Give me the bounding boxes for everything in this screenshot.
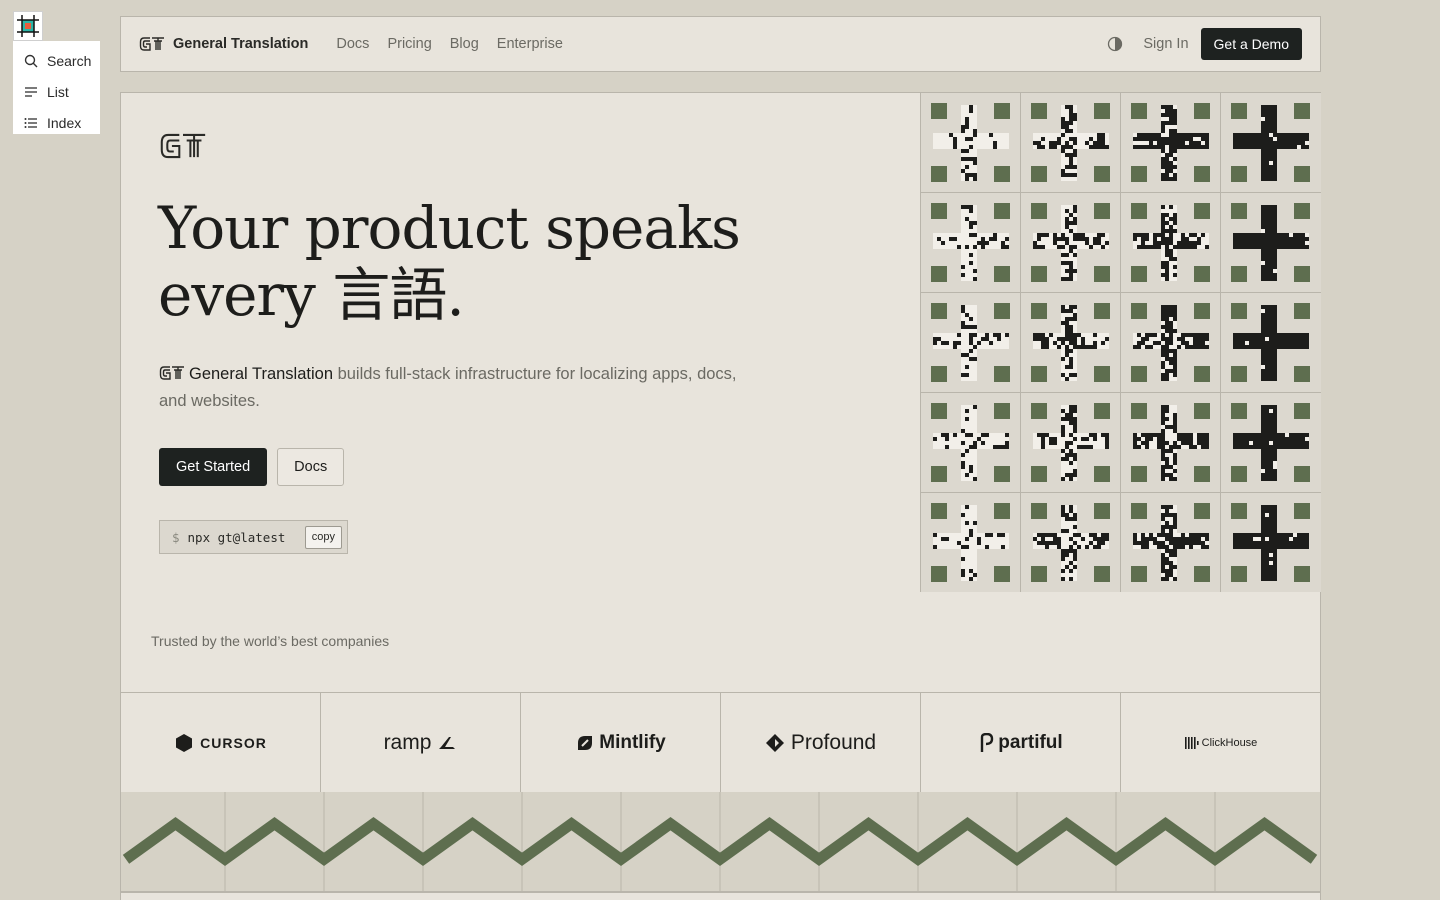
pattern-cell [921,393,1021,493]
pattern-cell [1121,93,1221,193]
pattern-cell [1021,93,1121,193]
pattern-cell [1221,293,1321,393]
tagline-brand: General Translation [159,365,333,383]
section-below [120,892,1321,900]
hero-tagline: General Translation builds full-stack in… [159,361,759,415]
tool-list-label: List [47,83,69,100]
theme-toggle-icon[interactable] [1107,36,1123,52]
copy-button[interactable]: copy [304,525,342,549]
devtool-logo[interactable] [13,11,43,41]
tagline-brand-name: General Translation [189,365,333,383]
docs-button[interactable]: Docs [277,448,345,486]
profound-logo-icon [765,733,784,752]
install-command: $ npx gt@latest copy [159,520,348,554]
gt-small-logo-icon [159,366,184,380]
list-icon [25,86,37,97]
pattern-cell [1221,93,1321,193]
zigzag-pattern [120,792,1321,892]
logo-mintlify[interactable]: Mintlify [521,693,721,792]
pattern-cell [1121,493,1221,593]
pattern-cell [1021,393,1121,493]
get-demo-button[interactable]: Get a Demo [1200,28,1302,60]
profound-logo-text: Profound [790,730,877,754]
top-nav: General Translation Docs Pricing Blog En… [120,16,1321,72]
tool-search-label: Search [47,52,92,69]
logo-clickhouse[interactable]: ClickHouse [1121,693,1321,792]
cursor-logo-icon [176,733,193,752]
pattern-cell [1021,293,1121,393]
pattern-cell [921,293,1021,393]
pattern-cell [1121,193,1221,293]
search-icon [24,54,38,67]
pattern-cell [1221,393,1321,493]
decorative-pattern-grid [920,93,1321,593]
cursor-logo-text: CURSOR [200,734,267,751]
trusted-heading: Trusted by the world’s best companies [151,633,390,649]
clickhouse-logo-text: ClickHouse [1201,736,1258,749]
pattern-cell [921,493,1021,593]
nav-enterprise[interactable]: Enterprise [497,36,563,52]
tool-search[interactable]: Search [13,45,100,76]
gt-logo-icon [139,37,164,51]
command-text: npx gt@latest [187,529,286,545]
pattern-cell [1221,493,1321,593]
headline-line-1: Your product speaks [158,194,741,262]
pattern-cell [1021,493,1121,593]
pattern-cell [1121,293,1221,393]
brand-name: General Translation [173,36,309,52]
partiful-logo-text: partiful [998,731,1063,753]
ramp-logo-text: ramp [383,730,432,754]
nav-blog[interactable]: Blog [450,36,479,52]
ramp-logo-icon [439,736,456,749]
mintlify-logo-icon [578,735,593,750]
customer-logos: CURSOR ramp Mintlify Profound partiful C… [120,692,1321,793]
mintlify-logo-text: Mintlify [599,731,666,753]
pattern-cell [1221,193,1321,293]
brand-link[interactable]: General Translation [139,36,308,52]
pattern-cell [921,93,1021,193]
nav-pricing[interactable]: Pricing [387,36,431,52]
sign-in-link[interactable]: Sign In [1143,36,1188,52]
partiful-logo-icon [981,732,994,752]
logo-ramp[interactable]: ramp [321,693,521,792]
logo-partiful[interactable]: partiful [921,693,1121,792]
hero-headline: Your product speaks every 言語. [158,195,878,329]
get-started-button[interactable]: Get Started [159,448,268,486]
nav-docs[interactable]: Docs [336,36,369,52]
tool-index[interactable]: Index [13,107,100,138]
tool-list[interactable]: List [13,76,100,107]
tool-index-label: Index [47,114,82,131]
clickhouse-logo-icon [1184,736,1199,749]
hero-section: Your product speaks every 言語. General Tr… [120,92,1321,593]
devtool-panel: Search List Index [13,41,100,134]
logo-profound[interactable]: Profound [721,693,921,792]
command-prompt: $ [172,529,180,545]
headline-line-2: every 言語. [158,261,465,329]
gt-hero-logo-icon [160,133,206,159]
pattern-cell [1121,393,1221,493]
pattern-cell [1021,193,1121,293]
logo-cursor[interactable]: CURSOR [121,693,321,792]
pattern-cell [921,193,1021,293]
index-icon [24,117,37,128]
trusted-section: Trusted by the world’s best companies [120,592,1321,693]
